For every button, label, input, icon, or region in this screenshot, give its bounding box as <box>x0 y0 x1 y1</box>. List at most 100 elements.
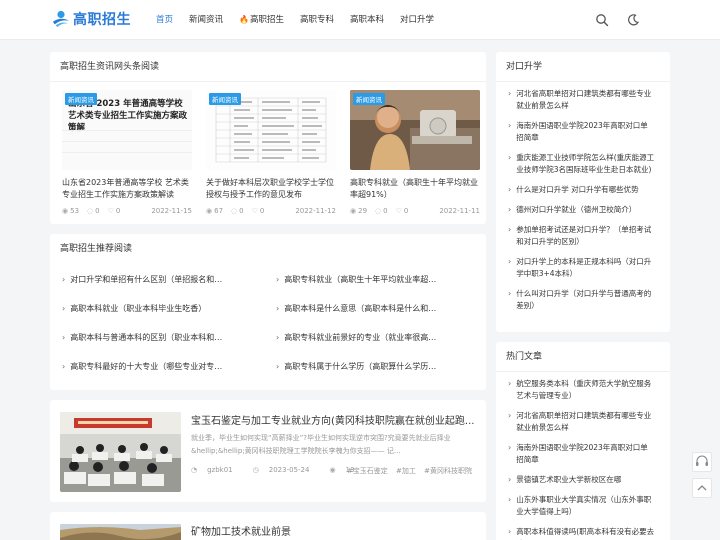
logo-text: 高职招生 <box>73 12 131 28</box>
article-title[interactable]: 宝玉石鉴定与加工专业就业方向(黄冈科技职院赢在就创业起跑... <box>191 412 476 427</box>
list-item[interactable]: › 山东外事职业大学真实情况（山东外事职业大学值得上吗） <box>508 494 658 518</box>
article-thumbnail[interactable] <box>60 524 181 540</box>
category-tag[interactable]: 新闻资讯 <box>209 93 241 105</box>
moon-icon[interactable] <box>626 13 640 27</box>
panel-title: 高职招生资讯网头条阅读 <box>50 52 486 82</box>
list-item[interactable]: › 河北省高职单招对口建筑类都有哪些专业就业前景怎么样 <box>508 410 658 434</box>
panel-title: 高职招生推荐阅读 <box>60 244 133 254</box>
post-date: 2022-11-12 <box>295 207 336 215</box>
list-item[interactable]: › 景德镇艺术职业大学新校区在哪 <box>508 474 658 486</box>
thumb-icon: ♡ <box>251 207 258 215</box>
list-item[interactable]: › 重庆能源工业技师学院怎么样(重庆能源工业技师学院3名国际班毕业生赴日本就业) <box>508 152 658 176</box>
eye-icon: ◉ <box>350 207 357 215</box>
list-item[interactable]: › 海南外国语职业学院2023年高职对口单招简章 <box>508 120 658 144</box>
item-label: 山东外事职业大学真实情况（山东外事职业大学值得上吗） <box>516 495 652 516</box>
thumb-icon: ♡ <box>395 207 402 215</box>
article-thumbnail[interactable] <box>60 412 181 492</box>
tag-link[interactable]: #宝玉石鉴定 <box>347 467 388 475</box>
list-item[interactable]: › 高职专科属于什么学历（高职算什么学历… <box>276 361 474 390</box>
item-label: 航空服务类本科（重庆师范大学航空服务艺术与管理专业） <box>516 379 652 400</box>
chevron-right-icon: › <box>508 443 512 452</box>
tag-link[interactable]: #黄冈科技职院 <box>424 467 472 475</box>
search-icon[interactable] <box>595 13 609 27</box>
site-header: 高职招生 首页 新闻资讯 🔥高职招生 高职专科 高职本科 对口升学 <box>0 0 720 40</box>
comment-icon: ◌ <box>87 207 94 215</box>
sidebar-list: › 航空服务类本科（重庆师范大学航空服务艺术与管理专业） › 河北省高职单招对口建筑… <box>496 372 670 540</box>
category-tag[interactable]: 新闻资讯 <box>353 93 385 105</box>
nav-home[interactable]: 首页 <box>156 0 173 40</box>
chevron-right-icon: › <box>62 275 66 284</box>
item-label: 什么是对口升学 对口升学有哪些优势 <box>516 185 639 194</box>
chevron-right-icon: › <box>508 495 512 504</box>
list-item[interactable]: › 海南外国语职业学院2023年高职对口单招简章 <box>508 442 658 466</box>
item-label: 高职本科是什么意思（高职本科是什么和… <box>284 304 437 313</box>
nav-vocational-bachelor[interactable]: 高职本科 <box>350 0 384 40</box>
chevron-right-icon: › <box>508 89 512 98</box>
clock-icon: ◷ <box>252 466 259 474</box>
tag-link[interactable]: #加工 <box>396 467 416 475</box>
article-title[interactable]: 矿物加工技术就业前景 <box>191 523 476 538</box>
nav-vocational-college[interactable]: 高职专科 <box>300 0 334 40</box>
nav-admissions[interactable]: 🔥高职招生 <box>239 0 284 40</box>
list-item[interactable]: › 什么叫对口升学（对口升学与普通高考的差别） <box>508 288 658 312</box>
list-item[interactable]: › 对口升学上的本科是正规本科吗（对口升学中职3+4本科） <box>508 256 658 280</box>
chevron-right-icon: › <box>508 411 512 420</box>
chevron-right-icon: › <box>508 225 512 234</box>
panel-title: 对口升学 <box>496 52 670 82</box>
site-logo[interactable]: 高职招生 <box>52 9 131 29</box>
list-item[interactable]: › 德州对口升学就业（德州卫校简介） <box>508 204 658 216</box>
sidebar-hot-panel: 热门文章 › 航空服务类本科（重庆师范大学航空服务艺术与管理专业） › 河北省高职单… <box>496 342 670 540</box>
chevron-right-icon: › <box>508 257 512 266</box>
chevron-right-icon: › <box>276 304 280 313</box>
list-item[interactable]: › 河北省高职单招对口建筑类都有哪些专业就业前景怎么样 <box>508 88 658 112</box>
list-item[interactable]: › 参加单招考试还是对口升学？（单招考试和对口升学的区别） <box>508 224 658 248</box>
list-item[interactable]: › 高职本科就业（职业本科毕业生吃香） <box>62 303 276 332</box>
item-label: 海南外国语职业学院2023年高职对口单招简章 <box>516 443 648 464</box>
list-item[interactable]: › 高职本科值得读吗(职高本科有没有必要去读) <box>508 526 658 540</box>
nav-counterpart-admission[interactable]: 对口升学 <box>400 0 434 40</box>
comment-icon: ◌ <box>231 207 238 215</box>
item-label: 河北省高职单招对口建筑类都有哪些专业就业前景怎么样 <box>516 411 652 432</box>
item-label: 什么叫对口升学（对口升学与普通高考的差别） <box>516 289 652 310</box>
view-count: 67 <box>214 207 224 215</box>
mine-photo <box>60 524 181 540</box>
list-item[interactable]: › 高职专科最好的十大专业（哪些专业对专… <box>62 361 276 390</box>
thumb-icon: ♡ <box>107 207 114 215</box>
list-item[interactable]: › 航空服务类本科（重庆师范大学航空服务艺术与管理专业） <box>508 378 658 402</box>
card-title[interactable]: 山东省2023年普通高等学校 艺术类专业招生工作实施方案政策解读 <box>62 177 192 201</box>
category-tag[interactable]: 新闻资讯 <box>65 93 97 105</box>
chevron-right-icon: › <box>276 275 280 284</box>
nav-label: 高职本科 <box>350 15 385 25</box>
sidebar-counterpart-panel: 对口升学 › 河北省高职单招对口建筑类都有哪些专业就业前景怎么样 › 海南外国语职业… <box>496 52 670 332</box>
chevron-right-icon: › <box>508 121 512 130</box>
headline-card[interactable]: 山东省 2023 年普通高等学校 艺术类专业招生工作实施方案政策解 新闻资讯 山… <box>62 90 192 215</box>
scroll-top-button[interactable] <box>692 478 712 498</box>
list-item[interactable]: › 高职本科是什么意思（高职本科是什么和… <box>276 303 474 332</box>
eye-icon: ◉ <box>329 466 336 474</box>
card-meta: ◉ 29 ◌ 0 ♡ 0 2022-11-11 <box>350 207 480 215</box>
view-count: 29 <box>358 207 368 215</box>
article-card[interactable]: 宝玉石鉴定与加工专业就业方向(黄冈科技职院赢在就创业起跑... 就业季，毕业生如… <box>50 400 486 502</box>
list-item[interactable]: › 对口升学和单招有什么区别（单招报名和… <box>62 274 276 303</box>
list-item[interactable]: › 高职本科与普通本科的区别（职业本科和… <box>62 332 276 361</box>
item-label: 河北省高职单招对口建筑类都有哪些专业就业前景怎么样 <box>516 89 652 110</box>
panel-title: 热门文章 <box>496 342 670 372</box>
headline-card[interactable]: 新闻资讯 关于做好本科层次职业学校学士学位授权与授予工作的意见发布 ◉ 67 ◌ 0… <box>206 90 336 215</box>
article-card[interactable]: 矿物加工技术就业前景 <box>50 512 486 540</box>
list-item[interactable]: › 高职专科就业（高职生十年平均就业率超… <box>276 274 474 303</box>
list-item[interactable]: › 什么是对口升学 对口升学有哪些优势 <box>508 184 658 196</box>
card-title[interactable]: 关于做好本科层次职业学校学士学位授权与授予工作的意见发布 <box>206 177 336 201</box>
list-item[interactable]: › 高职专科就业前景好的专业（就业率很高… <box>276 332 474 361</box>
customer-service-button[interactable] <box>692 452 712 472</box>
card-title[interactable]: 高职专科就业（高职生十年平均就业率超91%） <box>350 177 480 201</box>
card-image: 山东省 2023 年普通高等学校 艺术类专业招生工作实施方案政策解 新闻资讯 <box>62 90 192 170</box>
chevron-right-icon: › <box>62 304 66 313</box>
author-name[interactable]: gzbk01 <box>207 466 233 474</box>
classroom-photo <box>60 412 181 492</box>
sidebar-list: › 河北省高职单招对口建筑类都有哪些专业就业前景怎么样 › 海南外国语职业学院202… <box>496 82 670 312</box>
nav-label: 高职招生 <box>250 15 285 25</box>
chevron-right-icon: › <box>508 527 512 536</box>
card-image: 新闻资讯 <box>206 90 336 170</box>
headline-card[interactable]: 新闻资讯 高职专科就业（高职生十年平均就业率超91%） ◉ 29 ◌ 0 ♡ 0 20… <box>350 90 480 215</box>
nav-news[interactable]: 新闻资讯 <box>189 0 223 40</box>
